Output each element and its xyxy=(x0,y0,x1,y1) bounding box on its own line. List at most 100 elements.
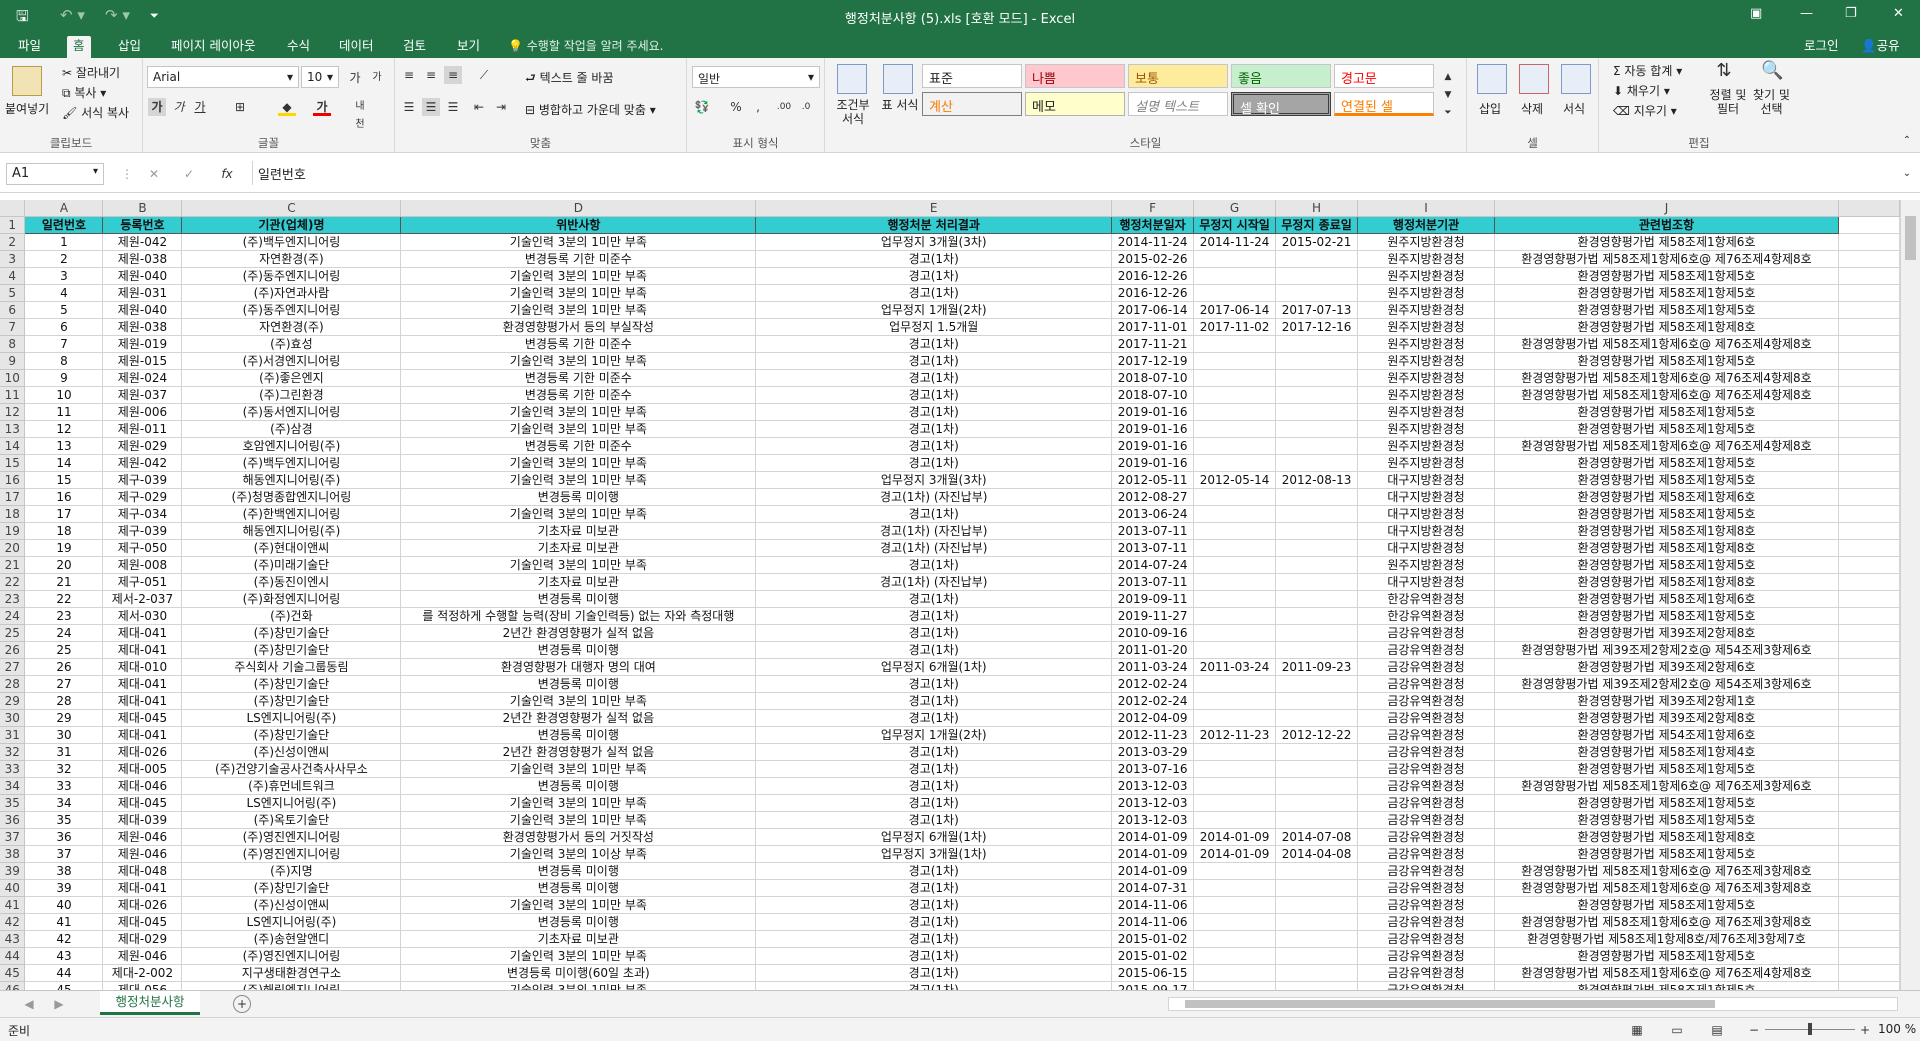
empty-cell[interactable] xyxy=(1838,267,1900,285)
table-cell[interactable]: 2015-09-17 xyxy=(1111,981,1195,990)
empty-cell[interactable] xyxy=(1838,913,1900,931)
table-cell[interactable] xyxy=(1275,437,1359,455)
table-cell[interactable]: 환경영향평가법 제58조제1항제5호 xyxy=(1494,811,1839,829)
table-cell[interactable] xyxy=(1275,947,1359,965)
table-cell[interactable]: 2012-04-09 xyxy=(1111,709,1195,727)
table-cell[interactable]: (주)동서엔지니어링 xyxy=(181,403,402,421)
table-cell[interactable]: 경고(1차) xyxy=(755,590,1113,608)
insert-cells-icon[interactable] xyxy=(1477,64,1507,94)
format-cells-button[interactable]: 서식 xyxy=(1563,100,1585,117)
table-cell[interactable]: 10 xyxy=(24,386,104,404)
table-cell[interactable]: 업무정지 1.5개월 xyxy=(755,318,1113,336)
table-cell[interactable]: 호암엔지니어링(주) xyxy=(181,437,402,455)
table-cell[interactable]: 금강유역환경청 xyxy=(1357,692,1495,710)
tab-file[interactable]: 파일 xyxy=(12,36,47,58)
row-header[interactable]: 15 xyxy=(0,454,26,472)
table-cell[interactable]: 2015-06-15 xyxy=(1111,964,1195,982)
clear-button[interactable]: ⌫ 지우기 ▾ xyxy=(1613,102,1677,119)
table-cell[interactable]: 환경영향평가법 제58조제1항제5호 xyxy=(1494,403,1839,421)
insert-cells-button[interactable]: 삽입 xyxy=(1479,100,1501,117)
table-cell[interactable]: 경고(1차) xyxy=(755,777,1113,795)
sheet-tab[interactable]: 행정처분사항 xyxy=(100,991,200,1015)
table-cell[interactable]: LS엔지니어링(주) xyxy=(181,913,402,931)
table-cell[interactable]: 37 xyxy=(24,845,104,863)
table-cell[interactable]: 3 xyxy=(24,267,104,285)
tab-view[interactable]: 보기 xyxy=(451,36,486,58)
table-cell[interactable] xyxy=(1193,743,1277,761)
table-cell[interactable]: 제대-2-002 xyxy=(102,964,183,982)
table-cell[interactable]: 경고(1차) xyxy=(755,794,1113,812)
table-cell[interactable]: 환경영향평가법 제58조제1항제5호 xyxy=(1494,981,1839,990)
empty-cell[interactable] xyxy=(1838,522,1900,540)
paste-button[interactable]: 붙여넣기 xyxy=(5,100,49,117)
fill-button[interactable]: ⬇ 채우기 ▾ xyxy=(1613,82,1670,99)
row-header[interactable]: 31 xyxy=(0,726,26,744)
table-cell[interactable]: 기초자료 미보관 xyxy=(400,573,757,591)
formula-input[interactable]: 일련번호 xyxy=(252,161,1902,185)
table-cell[interactable]: 원주지방환경청 xyxy=(1357,284,1495,302)
table-cell[interactable]: 제원-006 xyxy=(102,403,183,421)
normal-view-icon[interactable]: ▦ xyxy=(1628,1021,1646,1039)
format-cells-icon[interactable] xyxy=(1561,64,1591,94)
table-cell[interactable]: 환경영향평가법 제58조제1항제6호@ 제76조제3항제8호 xyxy=(1494,862,1839,880)
table-cell[interactable] xyxy=(1275,539,1359,557)
table-cell[interactable]: 33 xyxy=(24,777,104,795)
table-cell[interactable] xyxy=(1275,777,1359,795)
table-cell[interactable]: 경고(1차) xyxy=(755,369,1113,387)
table-cell[interactable] xyxy=(1275,505,1359,523)
new-sheet-icon[interactable]: + xyxy=(233,995,251,1013)
table-cell[interactable]: 2012-05-14 xyxy=(1193,471,1277,489)
table-cell[interactable] xyxy=(1193,505,1277,523)
empty-cell[interactable] xyxy=(1838,216,1900,234)
table-cell[interactable]: 대구지방환경청 xyxy=(1357,522,1495,540)
table-cell[interactable]: 기술인력 3분의 1미만 부족 xyxy=(400,233,757,251)
table-cell[interactable]: 업무정지 6개월(1차) xyxy=(755,658,1113,676)
row-header[interactable]: 26 xyxy=(0,641,26,659)
tab-review[interactable]: 검토 xyxy=(397,36,432,58)
table-cell[interactable]: 경고(1차) xyxy=(755,964,1113,982)
style-warning[interactable]: 경고문 xyxy=(1334,64,1434,88)
table-cell[interactable] xyxy=(1193,777,1277,795)
table-cell[interactable]: 제원-040 xyxy=(102,301,183,319)
column-header[interactable]: C xyxy=(181,200,402,217)
table-cell[interactable]: (주)동주엔지니어링 xyxy=(181,267,402,285)
table-cell[interactable]: 기술인력 3분의 1미만 부족 xyxy=(400,692,757,710)
table-cell[interactable]: 환경영향평가법 제58조제1항제5호 xyxy=(1494,794,1839,812)
page-layout-view-icon[interactable]: ▭ xyxy=(1668,1021,1686,1039)
table-cell[interactable]: 26 xyxy=(24,658,104,676)
row-header[interactable]: 44 xyxy=(0,947,26,965)
styles-more-icon[interactable]: ⏷ xyxy=(1439,104,1457,122)
delete-cells-icon[interactable] xyxy=(1519,64,1549,94)
expand-formula-icon[interactable]: ⌄ xyxy=(1898,165,1916,183)
table-cell[interactable]: 기술인력 3분의 1미만 부족 xyxy=(400,352,757,370)
table-cell[interactable]: 환경영향평가법 제58조제1항제8호 xyxy=(1494,318,1839,336)
table-cell[interactable] xyxy=(1193,930,1277,948)
table-cell[interactable] xyxy=(1193,386,1277,404)
table-cell[interactable]: 제원-046 xyxy=(102,947,183,965)
table-cell[interactable]: 44 xyxy=(24,964,104,982)
table-cell[interactable]: 2014-01-09 xyxy=(1111,828,1195,846)
table-cell[interactable]: 2012-02-24 xyxy=(1111,692,1195,710)
empty-cell[interactable] xyxy=(1838,624,1900,642)
table-cell[interactable]: 12 xyxy=(24,420,104,438)
table-cell[interactable]: 경고(1차) xyxy=(755,862,1113,880)
tab-insert[interactable]: 삽입 xyxy=(112,36,147,58)
table-cell[interactable]: 제원-038 xyxy=(102,250,183,268)
table-cell[interactable]: 경고(1차) xyxy=(755,981,1113,990)
table-cell[interactable]: 환경영향평가법 제58조제1항제5호 xyxy=(1494,947,1839,965)
table-cell[interactable]: 2014-07-08 xyxy=(1275,828,1359,846)
table-cell[interactable]: 32 xyxy=(24,760,104,778)
table-cell[interactable]: 금강유역환경청 xyxy=(1357,845,1495,863)
table-cell[interactable]: 25 xyxy=(24,641,104,659)
table-cell[interactable]: 제원-042 xyxy=(102,233,183,251)
table-cell[interactable]: 2010-09-16 xyxy=(1111,624,1195,642)
table-cell[interactable] xyxy=(1275,981,1359,990)
table-cell[interactable]: 변경등록 기한 미준수 xyxy=(400,386,757,404)
table-cell[interactable]: 2017-11-01 xyxy=(1111,318,1195,336)
table-cell[interactable] xyxy=(1193,250,1277,268)
table-cell[interactable]: 금강유역환경청 xyxy=(1357,709,1495,727)
table-cell[interactable]: 제구-029 xyxy=(102,488,183,506)
table-cell[interactable]: 제대-045 xyxy=(102,794,183,812)
table-cell[interactable] xyxy=(1275,692,1359,710)
table-cell[interactable] xyxy=(1193,488,1277,506)
